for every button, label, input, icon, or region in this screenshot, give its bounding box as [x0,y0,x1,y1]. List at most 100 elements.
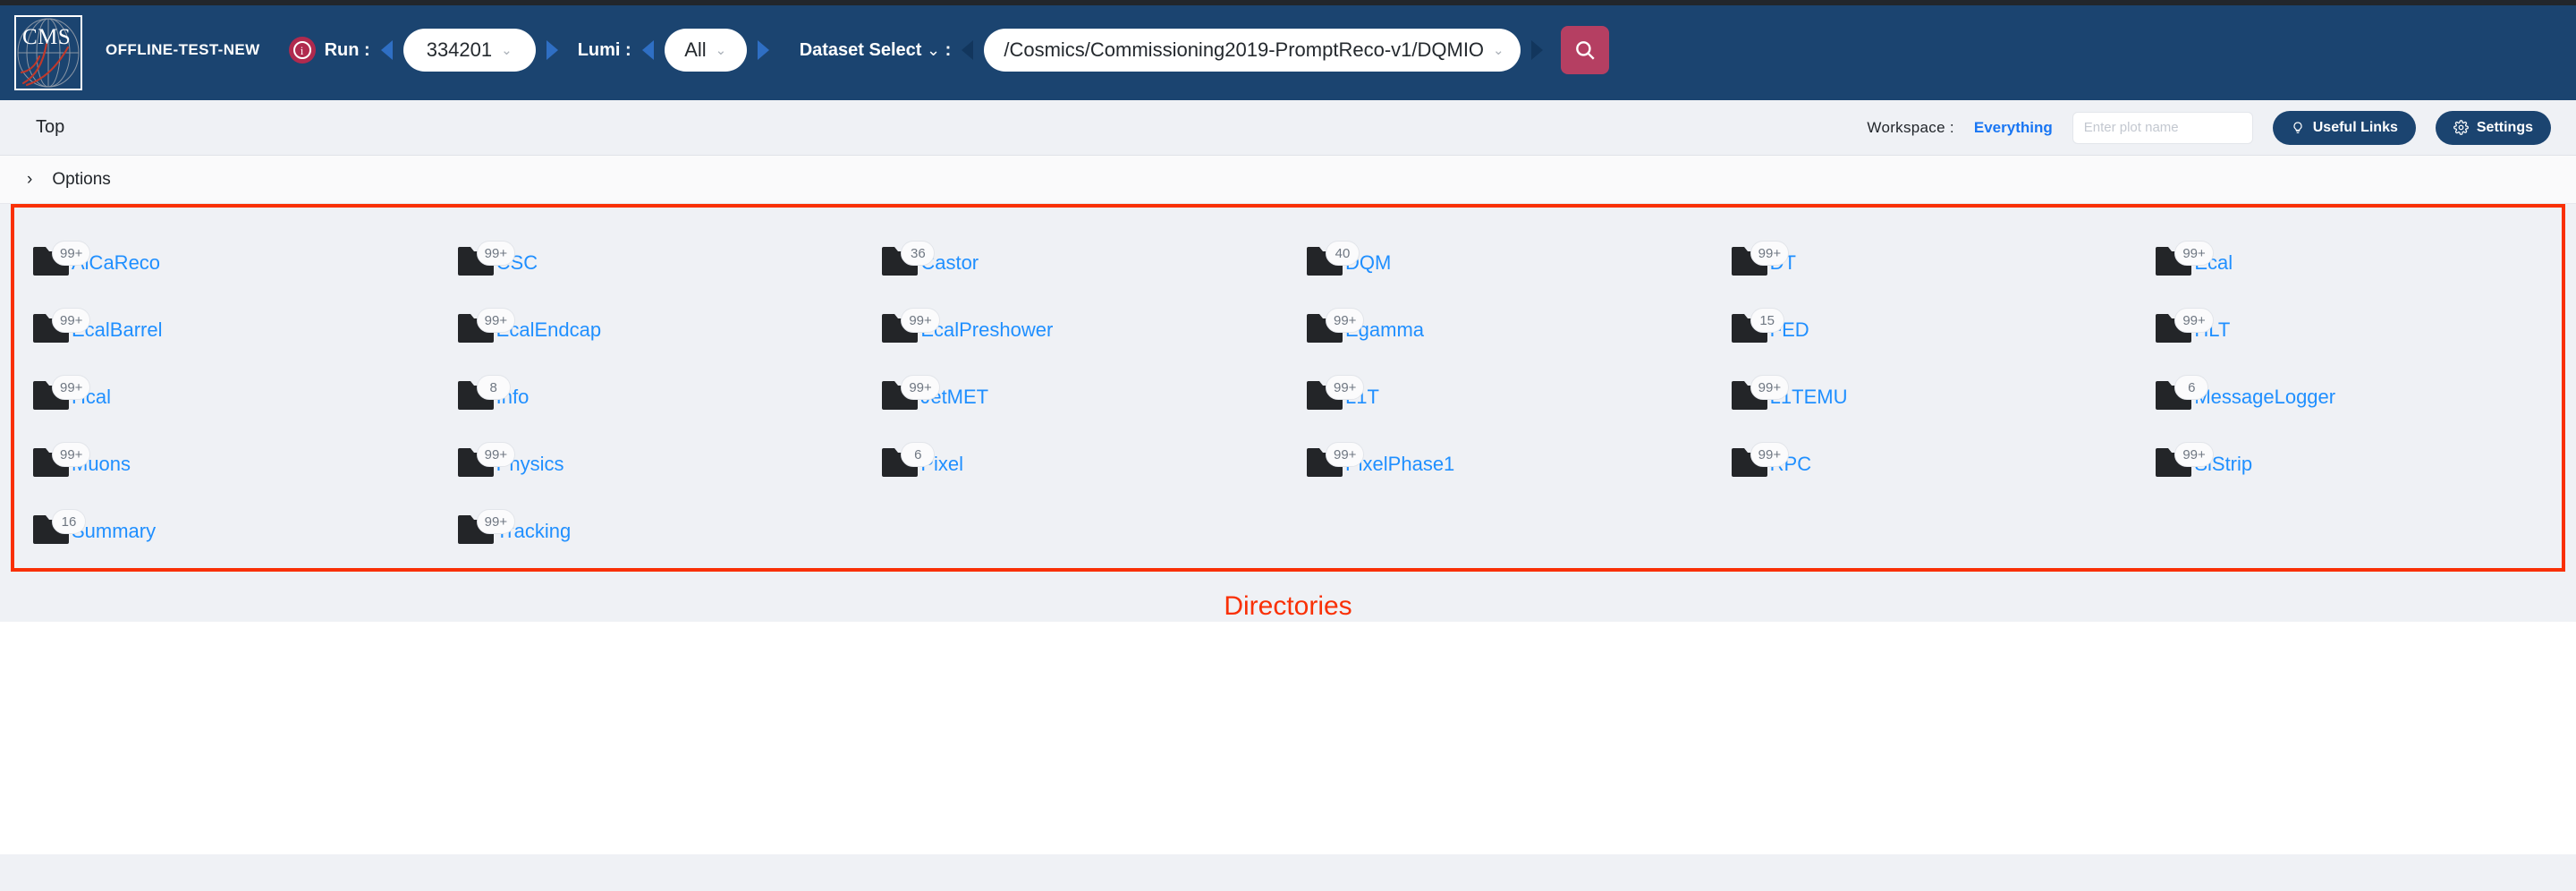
dataset-select-text: Dataset Select [799,39,922,60]
run-prev-button[interactable] [380,40,393,60]
directory-item-ecalendcap[interactable]: 99+ EcalEndcap [439,284,864,351]
dataset-select-label[interactable]: Dataset Select ⌄ : [800,40,952,61]
directory-item-jetmet[interactable]: 99+ JetMET [863,351,1288,418]
options-toggle[interactable]: › Options [0,156,2576,204]
chevron-down-icon: ⌄ [927,40,941,59]
item-count-badge: 40 [1325,241,1360,266]
folder-icon-wrapper: 99+ [1731,237,1790,284]
settings-label: Settings [2476,119,2533,135]
folder-icon-wrapper: 16 [32,505,86,552]
directory-item-physics[interactable]: 99+ Physics [439,418,864,485]
lumi-next-button[interactable] [757,40,769,60]
folder-icon-wrapper: 6 [2155,371,2209,418]
directory-item-rpc[interactable]: 99+ RPC [1713,418,2138,485]
folder-icon-wrapper: 36 [881,237,936,284]
run-selector[interactable]: 334201 ⌄ [402,29,536,72]
folder-icon-wrapper: 15 [1731,304,1784,351]
item-count-badge: 99+ [901,375,940,400]
dqm-gui-page: CMS OFFLINE-TEST-NEW i Run : 334201 ⌄ Lu… [0,0,2576,891]
item-count-badge: 99+ [476,308,516,333]
search-button[interactable] [1560,26,1609,74]
folder-icon-wrapper: 99+ [1731,371,1790,418]
useful-links-label: Useful Links [2312,119,2398,135]
folder-icon-wrapper: 99+ [457,237,516,284]
directory-label-messagelogger[interactable]: MessageLogger [2194,386,2335,409]
folder-icon-wrapper: 40 [1306,237,1360,284]
lumi-selector[interactable]: All ⌄ [664,29,747,72]
plot-search[interactable] [2072,111,2287,144]
directory-item-ecalpreshower[interactable]: 99+ EcalPreshower [863,284,1288,351]
dataset-selector[interactable]: /Cosmics/Commissioning2019-PromptReco-v1… [984,29,1521,72]
folder-icon-wrapper: 99+ [32,237,91,284]
directory-item-dt[interactable]: 99+ DT [1713,216,2138,284]
lumi-label: Lumi : [577,39,631,60]
folder-icon-wrapper: 99+ [457,438,516,485]
dataset-next-button[interactable] [1530,40,1543,60]
useful-links-button[interactable]: Useful Links [2272,110,2416,145]
folder-icon-wrapper: 99+ [457,304,516,351]
item-count-badge: 99+ [476,442,516,467]
item-count-badge: 99+ [2174,308,2214,333]
workspace-value[interactable]: Everything [1974,119,2053,137]
directory-item-egamma[interactable]: 99+ Egamma [1288,284,1713,351]
lumi-prev-button[interactable] [641,40,654,60]
item-count-badge: 99+ [52,375,91,400]
item-count-badge: 99+ [1325,308,1365,333]
item-count-badge: 99+ [901,308,940,333]
directory-item-csc[interactable]: 99+ CSC [439,216,864,284]
folder-icon-wrapper: 99+ [32,304,91,351]
folder-icon-wrapper: 99+ [881,371,940,418]
directory-grid: 99+ AlCaReco 99+ CSC 36 Castor 40 DQM 99… [14,216,2562,552]
directory-item-hlt[interactable]: 99+ HLT [2137,284,2562,351]
search-icon [1575,41,1595,60]
run-next-button[interactable] [546,40,558,60]
cms-logo-text: CMS [22,25,72,49]
item-count-badge: 36 [901,241,936,266]
dataset-prev-button[interactable] [962,40,974,60]
directory-item-pixelphase1[interactable]: 99+ PixelPhase1 [1288,418,1713,485]
run-label: Run : [324,39,370,60]
settings-button[interactable]: Settings [2435,110,2551,145]
directory-item-summary[interactable]: 16 Summary [14,485,439,552]
directory-item-ecalbarrel[interactable]: 99+ EcalBarrel [14,284,439,351]
directory-item-dqm[interactable]: 40 DQM [1288,216,1713,284]
item-count-badge: 99+ [476,509,516,534]
info-icon[interactable]: i [288,37,316,64]
breadcrumb[interactable]: Top [36,117,64,138]
colon: : [945,39,952,60]
directory-item-info[interactable]: 8 Info [439,351,864,418]
item-count-badge: 99+ [1325,375,1365,400]
item-count-badge: 99+ [476,241,516,266]
lumi-value: All [684,38,707,61]
directory-item-castor[interactable]: 36 Castor [863,216,1288,284]
chevron-down-icon: ⌄ [715,43,727,58]
directory-item-tracking[interactable]: 99+ Tracking [439,485,864,552]
workspace-label: Workspace : [1867,118,1954,136]
folder-icon-wrapper: 99+ [1306,304,1365,351]
item-count-badge: 99+ [1750,375,1790,400]
directory-item-messagelogger[interactable]: 6 MessageLogger [2137,351,2562,418]
directory-item-alcareco[interactable]: 99+ AlCaReco [14,216,439,284]
directory-item-pixel[interactable]: 6 Pixel [863,418,1288,485]
item-count-badge: 8 [476,375,511,400]
folder-icon-wrapper: 8 [457,371,511,418]
folder-icon-wrapper: 6 [881,438,936,485]
folder-icon-wrapper: 99+ [1306,438,1365,485]
directory-item-fed[interactable]: 15 FED [1713,284,2138,351]
directory-item-sistrip[interactable]: 99+ SiStrip [2137,418,2562,485]
folder-icon-wrapper: 99+ [32,371,91,418]
item-count-badge: 15 [1750,308,1784,333]
search-input[interactable] [2072,112,2273,143]
directory-item-l1temu[interactable]: 99+ L1TEMU [1713,351,2138,418]
directory-label-ecalpreshower[interactable]: EcalPreshower [920,318,1053,342]
top-navigation-bar: CMS OFFLINE-TEST-NEW i Run : 334201 ⌄ Lu… [0,0,2576,100]
item-count-badge: 6 [901,442,936,467]
directory-item-ecal[interactable]: 99+ Ecal [2137,216,2562,284]
cms-logo[interactable]: CMS [14,15,82,90]
folder-icon-wrapper: 99+ [1306,371,1365,418]
directory-item-hcal[interactable]: 99+ Hcal [14,351,439,418]
gear-icon [2453,120,2469,135]
directory-item-muons[interactable]: 99+ Muons [14,418,439,485]
directory-item-l1t[interactable]: 99+ L1T [1288,351,1713,418]
item-count-badge: 99+ [2174,442,2214,467]
